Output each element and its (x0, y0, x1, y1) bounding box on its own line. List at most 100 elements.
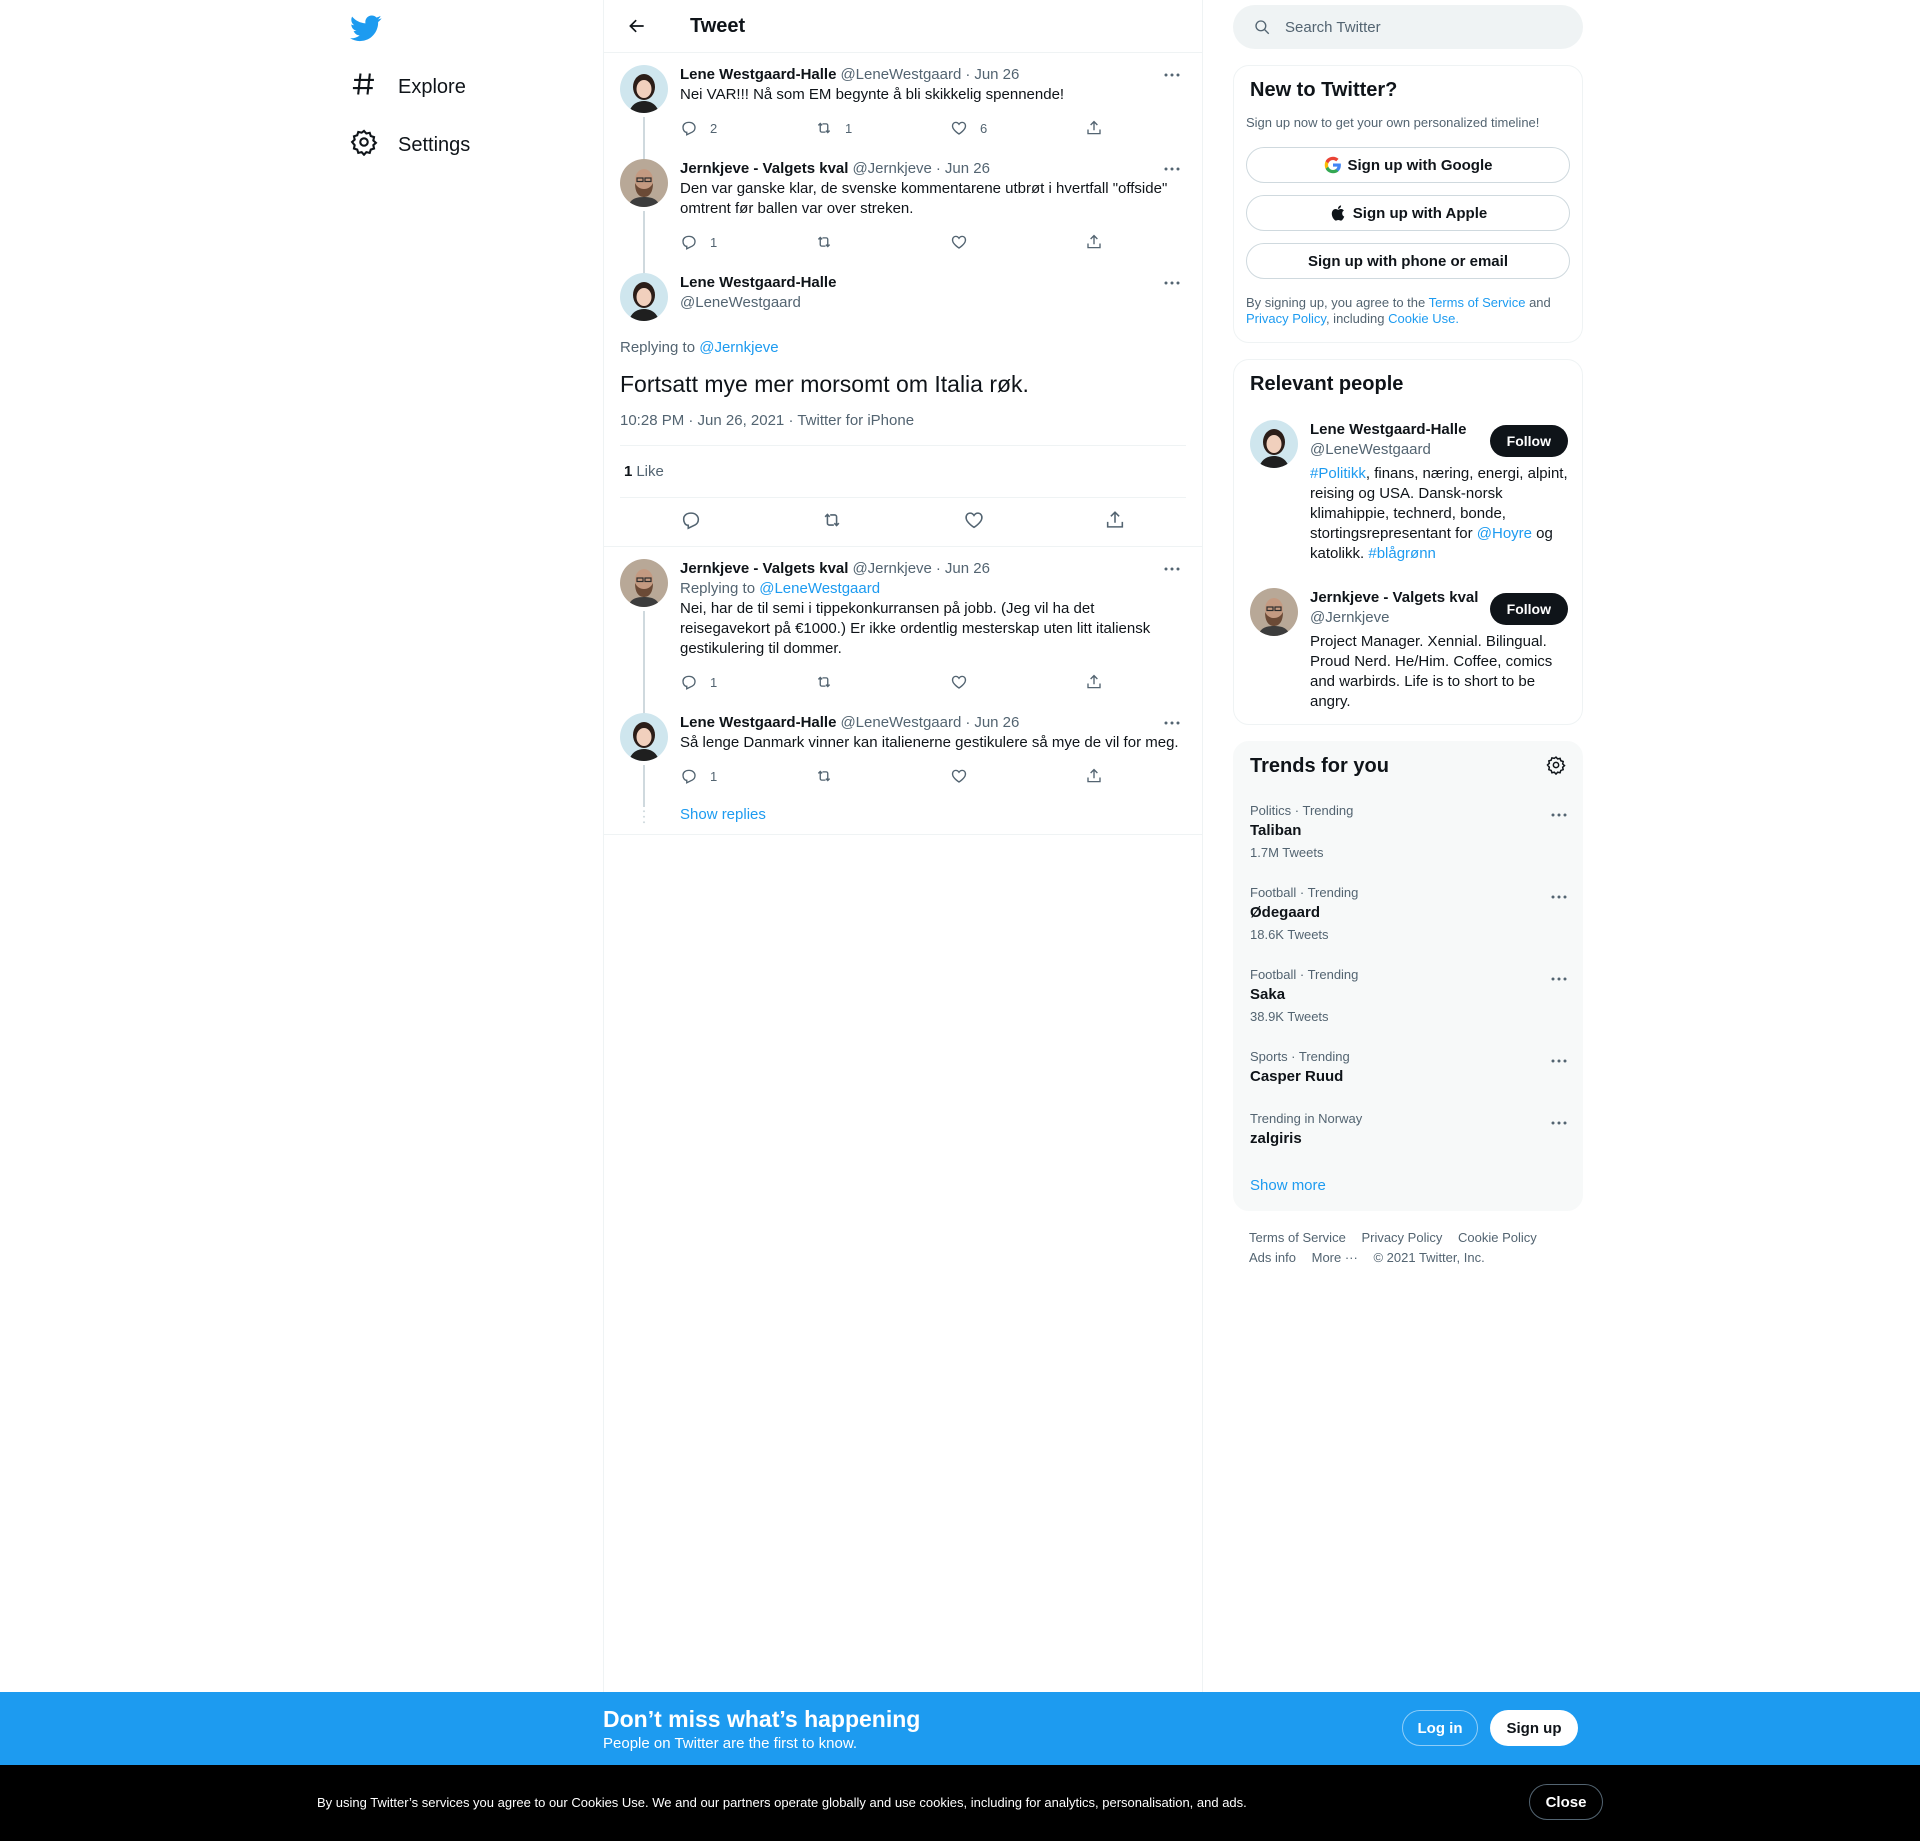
person-card[interactable]: Lene Westgaard-Halle @LeneWestgaard #Pol… (1250, 420, 1568, 564)
trend-item[interactable]: Politics · Trending Taliban 1.7M Tweets (1250, 803, 1568, 861)
avatar[interactable] (620, 65, 668, 113)
more-options-button[interactable] (1158, 159, 1186, 179)
terms-link[interactable]: Terms of Service (1429, 295, 1526, 310)
share-button[interactable] (1085, 673, 1105, 691)
retweet-button[interactable] (815, 233, 895, 251)
more-options-button[interactable] (1158, 713, 1186, 733)
share-button[interactable] (1085, 233, 1105, 251)
more-options-button[interactable] (1550, 887, 1568, 905)
like-button[interactable] (963, 509, 985, 536)
trend-item[interactable]: Football · Trending Ødegaard 18.6K Tweet… (1250, 885, 1568, 943)
author-name[interactable]: Jernkjeve - Valgets kval (680, 159, 848, 179)
thread-tweet-1[interactable]: Lene Westgaard-Halle @LeneWestgaard · Ju… (604, 53, 1202, 171)
avatar[interactable] (620, 713, 668, 761)
nav-item-explore[interactable]: Explore (340, 59, 476, 115)
reply-button[interactable] (680, 509, 702, 536)
legal-including: , including (1325, 311, 1385, 326)
trend-item[interactable]: Trending in Norway zalgiris (1250, 1111, 1568, 1149)
avatar[interactable] (620, 159, 668, 207)
more-options-button[interactable] (1550, 969, 1568, 987)
search-input[interactable] (1285, 18, 1545, 36)
like-button[interactable]: 6 (950, 119, 1030, 137)
trend-item[interactable]: Sports · Trending Casper Ruud (1250, 1049, 1568, 1087)
author-name[interactable]: Jernkjeve - Valgets kval (680, 559, 848, 579)
author-name[interactable]: Lene Westgaard-Halle (680, 713, 836, 733)
nav-item-settings[interactable]: Settings (340, 117, 480, 173)
share-button[interactable] (1085, 767, 1105, 785)
like-button[interactable] (950, 767, 1030, 785)
footer-cookie-link[interactable]: Cookie Policy (1458, 1230, 1537, 1245)
retweet-button[interactable] (821, 509, 843, 536)
cookie-close-button[interactable]: Close (1529, 1784, 1603, 1820)
replying-to-link[interactable]: @LeneWestgaard (759, 580, 880, 597)
share-button[interactable] (1104, 509, 1126, 536)
privacy-link[interactable]: Privacy Policy (1246, 311, 1326, 326)
more-options-button[interactable] (1550, 805, 1568, 823)
more-options-button[interactable] (1550, 1113, 1568, 1131)
twitter-bird-icon[interactable] (350, 12, 382, 44)
footer-terms-link[interactable]: Terms of Service (1249, 1230, 1346, 1245)
tweet-date[interactable]: Jun 26 (974, 713, 1019, 733)
retweet-button[interactable] (815, 767, 895, 785)
cookie-link[interactable]: Cookie Use. (1388, 311, 1459, 326)
bio-mention-link[interactable]: @Hoyre (1477, 525, 1532, 542)
author-handle[interactable]: @Jernkjeve (852, 559, 931, 579)
author-handle[interactable]: @LeneWestgaard (840, 65, 961, 85)
signup-google-button[interactable]: Sign up with Google (1246, 147, 1570, 183)
search-box[interactable] (1233, 5, 1583, 49)
trends-settings-button[interactable] (1546, 755, 1566, 780)
author-name[interactable]: Lene Westgaard-Halle (680, 273, 836, 293)
replying-to-link[interactable]: @Jernkjeve (699, 339, 778, 356)
share-button[interactable] (1085, 119, 1105, 137)
more-options-button[interactable] (1550, 1051, 1568, 1069)
footer-privacy-link[interactable]: Privacy Policy (1361, 1230, 1442, 1245)
author-handle[interactable]: @Jernkjeve (852, 159, 931, 179)
signup-apple-button[interactable]: Sign up with Apple (1246, 195, 1570, 231)
retweet-button[interactable]: 1 (815, 119, 895, 137)
show-more-link[interactable]: Show more (1250, 1177, 1326, 1194)
more-options-button[interactable] (1158, 65, 1186, 85)
avatar[interactable] (620, 273, 668, 321)
retweet-button[interactable] (815, 673, 895, 691)
reply-button[interactable]: 1 (680, 767, 760, 785)
signup-phone-button[interactable]: Sign up with phone or email (1246, 243, 1570, 279)
tweet-date[interactable]: Jun 26 (974, 65, 1019, 85)
avatar[interactable] (620, 559, 668, 607)
trend-item[interactable]: Football · Trending Saka 38.9K Tweets (1250, 967, 1568, 1025)
like-stats[interactable]: 1 Like (620, 446, 1186, 498)
back-button[interactable] (620, 9, 654, 43)
like-button[interactable] (950, 233, 1030, 251)
like-button[interactable] (950, 673, 1030, 691)
person-card[interactable]: Jernkjeve - Valgets kval @Jernkjeve Proj… (1250, 588, 1568, 712)
footer-ads-link[interactable]: Ads info (1249, 1250, 1296, 1265)
author-handle[interactable]: @LeneWestgaard (840, 713, 961, 733)
more-options-button[interactable] (1158, 273, 1186, 293)
show-replies-link[interactable]: Show replies (680, 806, 766, 823)
bio-hashtag-link[interactable]: #blågrønn (1368, 545, 1436, 562)
legal-and: and (1529, 295, 1551, 310)
tweet-actions: 1 (680, 663, 1105, 701)
tweet-date[interactable]: Jun 26 (945, 559, 990, 579)
tweet-timestamp[interactable]: 10:28 PM · Jun 26, 2021 · Twitter for iP… (620, 412, 1186, 446)
author-handle[interactable]: @LeneWestgaard (680, 293, 836, 313)
follow-button[interactable]: Follow (1489, 425, 1568, 457)
reply-tweet-1[interactable]: Jernkjeve - Valgets kval @Jernkjeve · Ju… (604, 547, 1202, 723)
share-icon (1087, 674, 1101, 689)
signup-button[interactable]: Sign up (1490, 1710, 1578, 1746)
avatar[interactable] (1250, 588, 1298, 636)
reply-tweet-2[interactable]: Lene Westgaard-Halle @LeneWestgaard · Ju… (604, 701, 1202, 835)
follow-button[interactable]: Follow (1489, 593, 1568, 625)
reply-button[interactable]: 1 (680, 233, 760, 251)
reply-button[interactable]: 1 (680, 673, 760, 691)
tweet-date[interactable]: Jun 26 (945, 159, 990, 179)
avatar[interactable] (1250, 420, 1298, 468)
reply-button[interactable]: 2 (680, 119, 760, 137)
more-options-button[interactable] (1158, 559, 1186, 579)
login-button[interactable]: Log in (1402, 1710, 1478, 1746)
author-name[interactable]: Lene Westgaard-Halle (680, 65, 836, 85)
bio-hashtag-link[interactable]: #Politikk (1310, 465, 1366, 482)
thread-tweet-2[interactable]: Jernkjeve - Valgets kval @Jernkjeve · Ju… (604, 147, 1202, 287)
gear-icon (350, 128, 378, 162)
footer-more-link[interactable]: More ··· (1312, 1250, 1358, 1265)
trend-meta: Politics · Trending (1250, 803, 1354, 818)
